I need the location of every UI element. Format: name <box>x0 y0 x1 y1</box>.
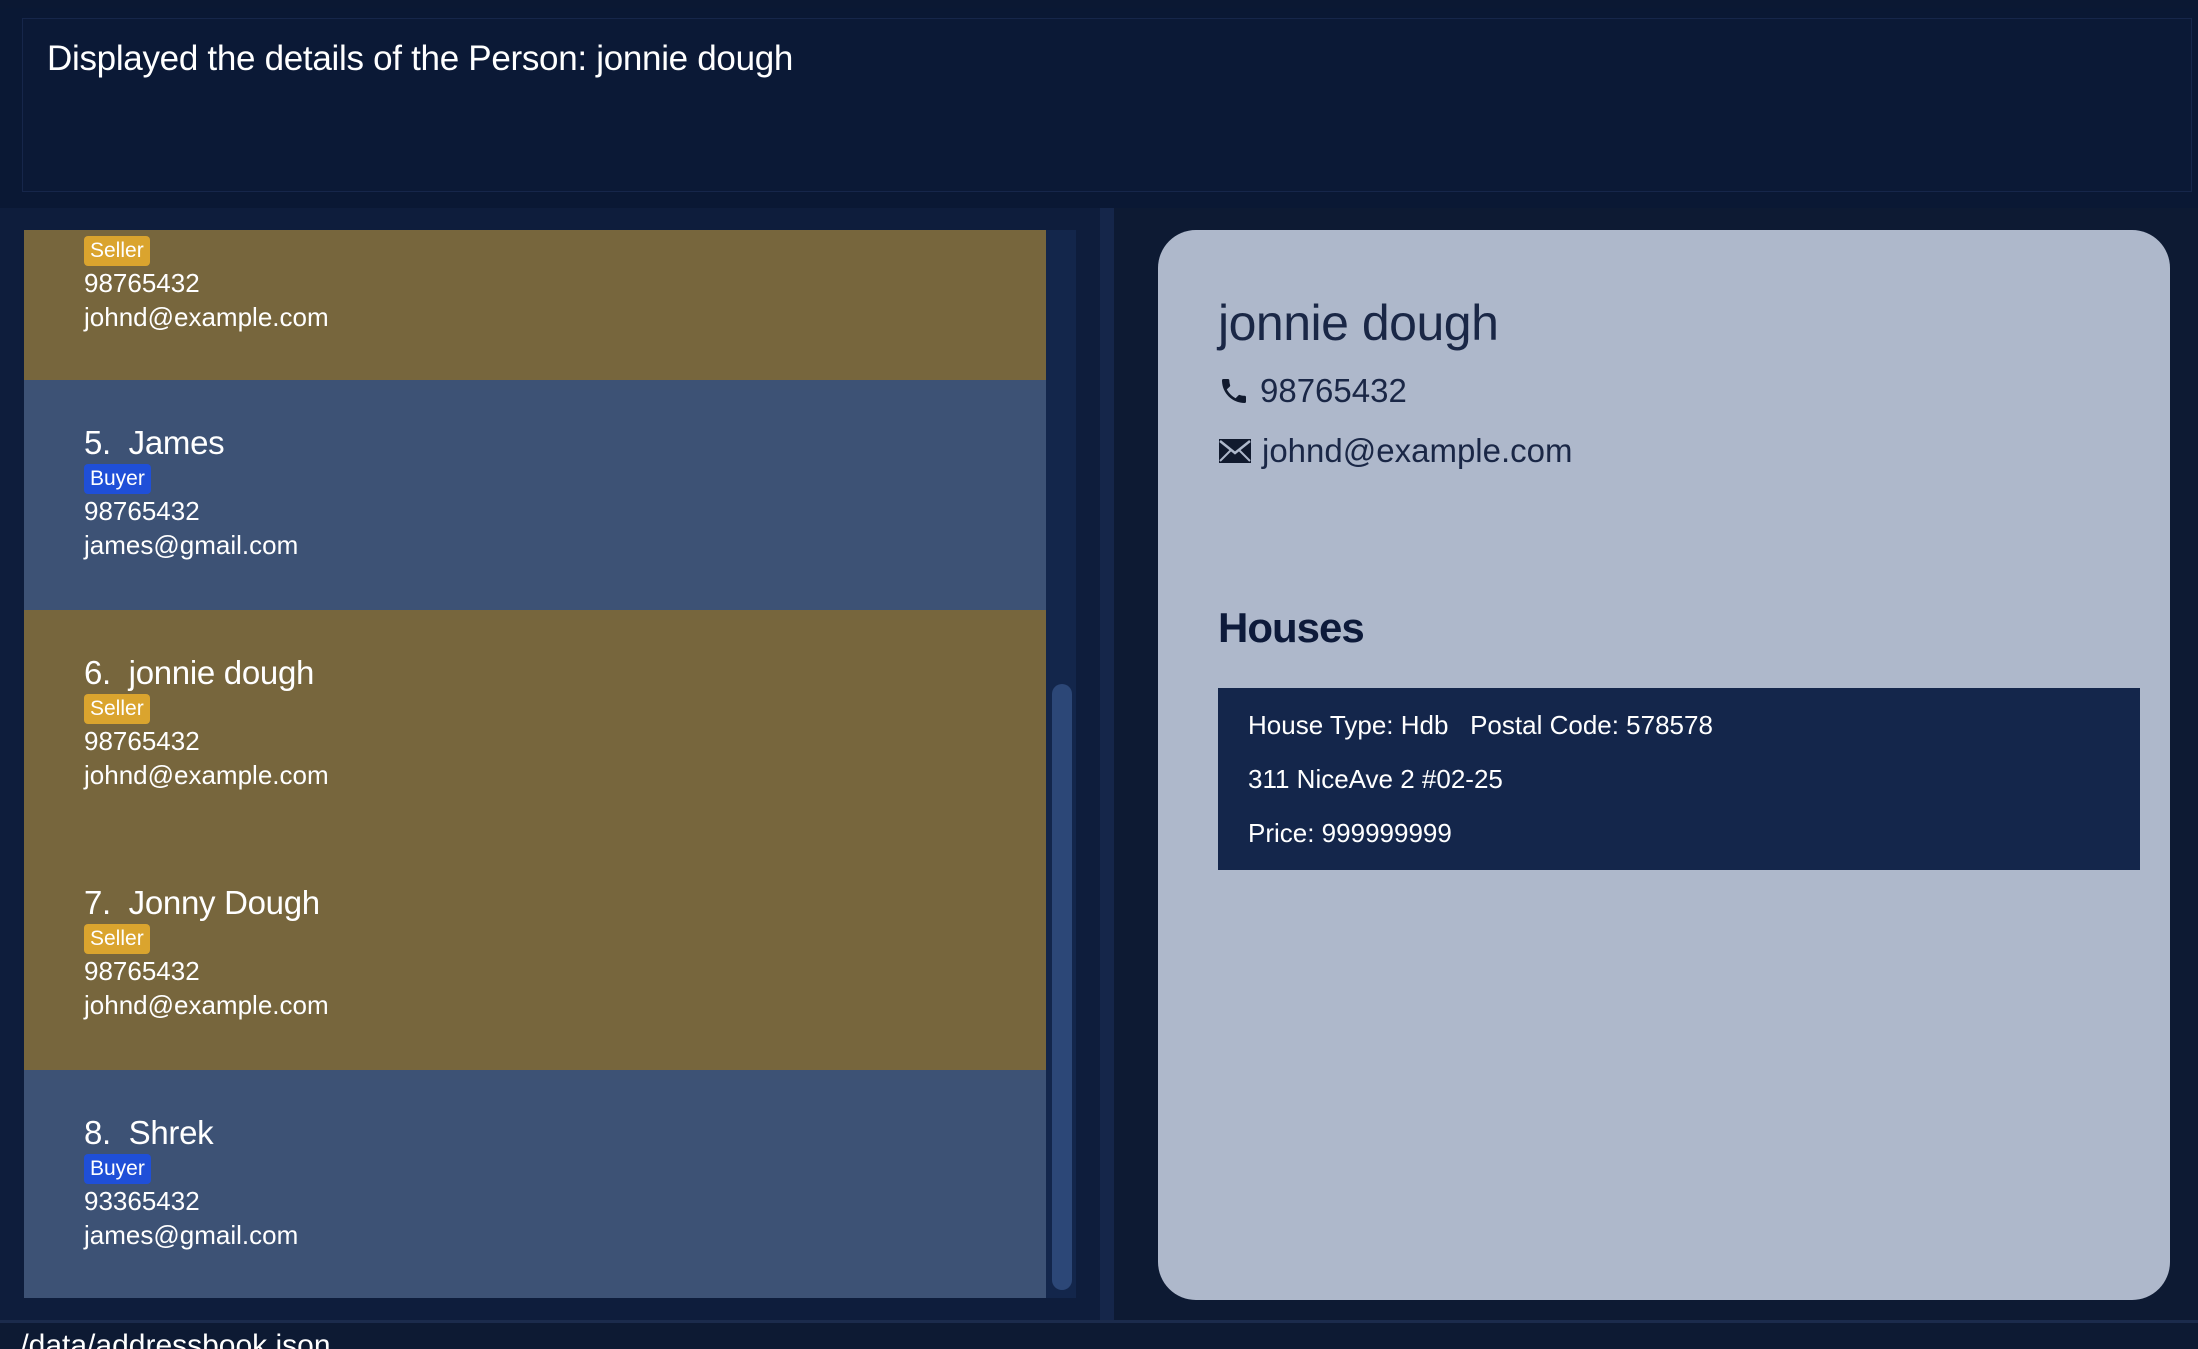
seller-tag: Seller <box>84 694 150 724</box>
detail-email-row: johnd@example.com <box>1218 432 1573 470</box>
list-scrollbar-thumb[interactable] <box>1052 684 1072 1290</box>
person-phone: 98765432 <box>84 726 200 756</box>
person-detail-card: jonnie dough 98765432 johnd@example.com … <box>1158 230 2170 1300</box>
house-price: Price: 999999999 <box>1248 818 1452 848</box>
envelope-icon <box>1219 439 1251 463</box>
buyer-tag: Buyer <box>84 1154 151 1184</box>
panel-splitter[interactable] <box>1100 208 1114 1320</box>
person-email: johnd@example.com <box>84 302 329 332</box>
result-message: Displayed the details of the Person: jon… <box>47 39 794 78</box>
person-phone: 98765432 <box>84 496 200 526</box>
house-card[interactable]: House Type: Hdb Postal Code: 578578 311 … <box>1218 688 2140 870</box>
person-name: 6. jonnie dough <box>84 654 315 691</box>
status-file-path: ./data/addressbook.json <box>12 1329 331 1349</box>
detail-phone: 98765432 <box>1260 372 1407 409</box>
person-name: 7. Jonny Dough <box>84 884 320 921</box>
result-display-box: Displayed the details of the Person: jon… <box>22 18 2192 192</box>
person-phone: 98765432 <box>84 268 200 298</box>
detail-email: johnd@example.com <box>1262 432 1573 469</box>
person-card[interactable]: 5. James Buyer 98765432 james@gmail.com <box>24 380 1046 610</box>
person-phone: 93365432 <box>84 1186 200 1216</box>
detail-phone-row: 98765432 <box>1218 372 1407 410</box>
person-phone: 98765432 <box>84 956 200 986</box>
person-name: 8. Shrek <box>84 1114 214 1151</box>
person-email: james@gmail.com <box>84 1220 299 1250</box>
person-list-panel: Seller 98765432 johnd@example.com 5. Jam… <box>0 208 1100 1320</box>
person-name: 5. James <box>84 424 225 461</box>
result-display-panel: Displayed the details of the Person: jon… <box>0 8 2198 211</box>
phone-icon <box>1222 379 1246 403</box>
house-type-postal: House Type: Hdb Postal Code: 578578 <box>1248 710 1713 740</box>
buyer-tag: Buyer <box>84 464 151 494</box>
person-card[interactable]: 8. Shrek Buyer 93365432 james@gmail.com <box>24 1070 1046 1298</box>
person-email: johnd@example.com <box>84 990 329 1020</box>
person-list[interactable]: Seller 98765432 johnd@example.com 5. Jam… <box>24 230 1076 1298</box>
house-address: 311 NiceAve 2 #02-25 <box>1248 764 1503 794</box>
seller-tag: Seller <box>84 236 150 266</box>
person-email: johnd@example.com <box>84 760 329 790</box>
houses-heading: Houses <box>1218 604 1365 651</box>
detail-person-name: jonnie dough <box>1218 295 1499 351</box>
person-card[interactable]: 7. Jonny Dough Seller 98765432 johnd@exa… <box>24 840 1046 1070</box>
person-detail-panel: jonnie dough 98765432 johnd@example.com … <box>1114 208 2198 1320</box>
person-card[interactable]: Seller 98765432 johnd@example.com <box>24 230 1046 380</box>
seller-tag: Seller <box>84 924 150 954</box>
status-bar: ./data/addressbook.json <box>0 1320 2198 1349</box>
person-card[interactable]: 6. jonnie dough Seller 98765432 johnd@ex… <box>24 610 1046 840</box>
person-email: james@gmail.com <box>84 530 299 560</box>
